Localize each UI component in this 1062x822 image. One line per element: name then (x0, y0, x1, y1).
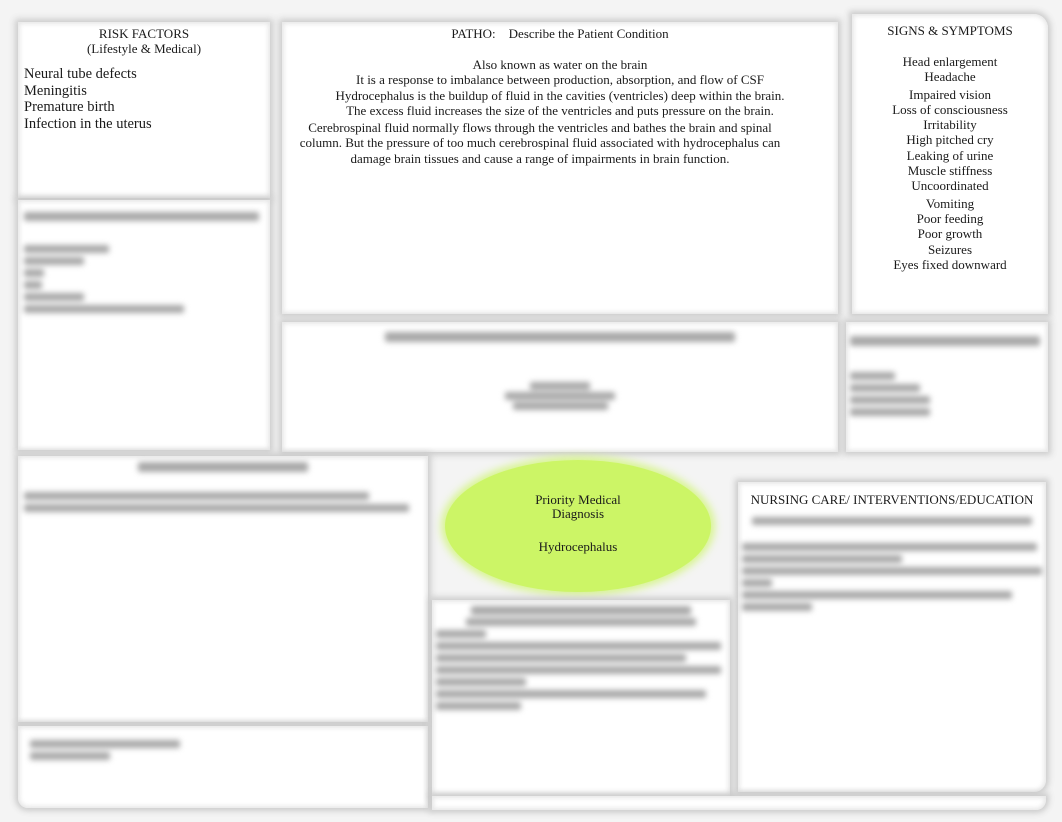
medications-panel (18, 456, 428, 722)
collaborative-care-panel (18, 726, 428, 808)
blurred-content (18, 726, 428, 774)
patho-title: PATHO: Describe the Patient Condition (451, 26, 669, 41)
patho-line: It is a response to imbalance between pr… (356, 72, 764, 88)
patho-line: Cerebrospinal fluid normally flows throu… (299, 120, 781, 166)
blurred-content (738, 507, 1046, 621)
nursing-care-panel: NURSING CARE/ INTERVENTIONS/EDUCATION (738, 482, 1046, 792)
symptom-item: Irritability (923, 117, 977, 133)
risk-factors-subtitle: (Lifestyle & Medical) (86, 41, 202, 56)
symptom-item: Headache (924, 69, 976, 85)
risk-factors-panel: RISK FACTORS (Lifestyle & Medical) Neura… (18, 22, 270, 198)
care-map-sheet: RISK FACTORS (Lifestyle & Medical) Neura… (0, 0, 1062, 822)
patho-body: Also known as water on the brain It is a… (288, 57, 832, 166)
risk-factors-list: Neural tube defects Meningitis Premature… (24, 66, 270, 132)
risk-factor-item: Neural tube defects (24, 66, 137, 82)
risk-factor-item: Infection in the uterus (24, 115, 152, 132)
symptom-item: Eyes fixed downward (893, 256, 1007, 272)
patho-panel: PATHO: Describe the Patient Condition Al… (282, 22, 838, 314)
footer-strip (432, 796, 1046, 810)
blurred-content (18, 200, 270, 325)
risk-factor-item: Premature birth (24, 99, 115, 115)
symptom-item: High pitched cry (906, 132, 994, 148)
symptom-item: Uncoordinated (911, 178, 989, 194)
physical-assessment-panel (846, 322, 1048, 452)
patho-line: Hydrocephalus is the buildup of fluid in… (335, 87, 785, 118)
blurred-content (432, 600, 730, 720)
symptom-item: Leaking of urine (906, 147, 994, 163)
risk-factors-title: RISK FACTORS (98, 26, 190, 41)
signs-symptoms-title: SIGNS & SYMPTOMS (887, 23, 1013, 38)
past-medical-history-panel (282, 322, 838, 452)
nursing-care-title: NURSING CARE/ INTERVENTIONS/EDUCATION (750, 492, 1034, 507)
symptom-item: Impaired vision (909, 86, 991, 102)
symptom-item: Vomiting (925, 195, 975, 211)
risk-factor-item: Meningitis (24, 82, 87, 99)
symptom-item: Loss of consciousness (892, 101, 1008, 117)
nursing-diagnosis-panel (432, 600, 730, 796)
blurred-content (18, 456, 428, 522)
symptom-item: Head enlargement (902, 54, 998, 69)
patho-line: Also known as water on the brain (472, 57, 648, 72)
blurred-content (282, 332, 838, 410)
diagnostic-labs-panel (18, 200, 270, 450)
symptom-item: Seizures (927, 241, 973, 257)
priority-diagnosis-label: Diagnosis (552, 506, 604, 521)
symptom-item: Poor feeding (916, 210, 984, 226)
signs-symptoms-list: Head enlargement Headache Impaired visio… (852, 54, 1048, 272)
signs-symptoms-panel: SIGNS & SYMPTOMS Head enlargement Headac… (852, 14, 1048, 314)
symptom-item: Muscle stiffness (907, 163, 993, 179)
blurred-content (846, 322, 1048, 430)
symptom-item: Poor growth (917, 226, 983, 242)
priority-diagnosis-label: Priority Medical (535, 492, 621, 507)
priority-diagnosis-ellipse: Priority Medical Diagnosis Hydrocephalus (445, 460, 711, 592)
priority-diagnosis-value: Hydrocephalus (538, 539, 618, 554)
